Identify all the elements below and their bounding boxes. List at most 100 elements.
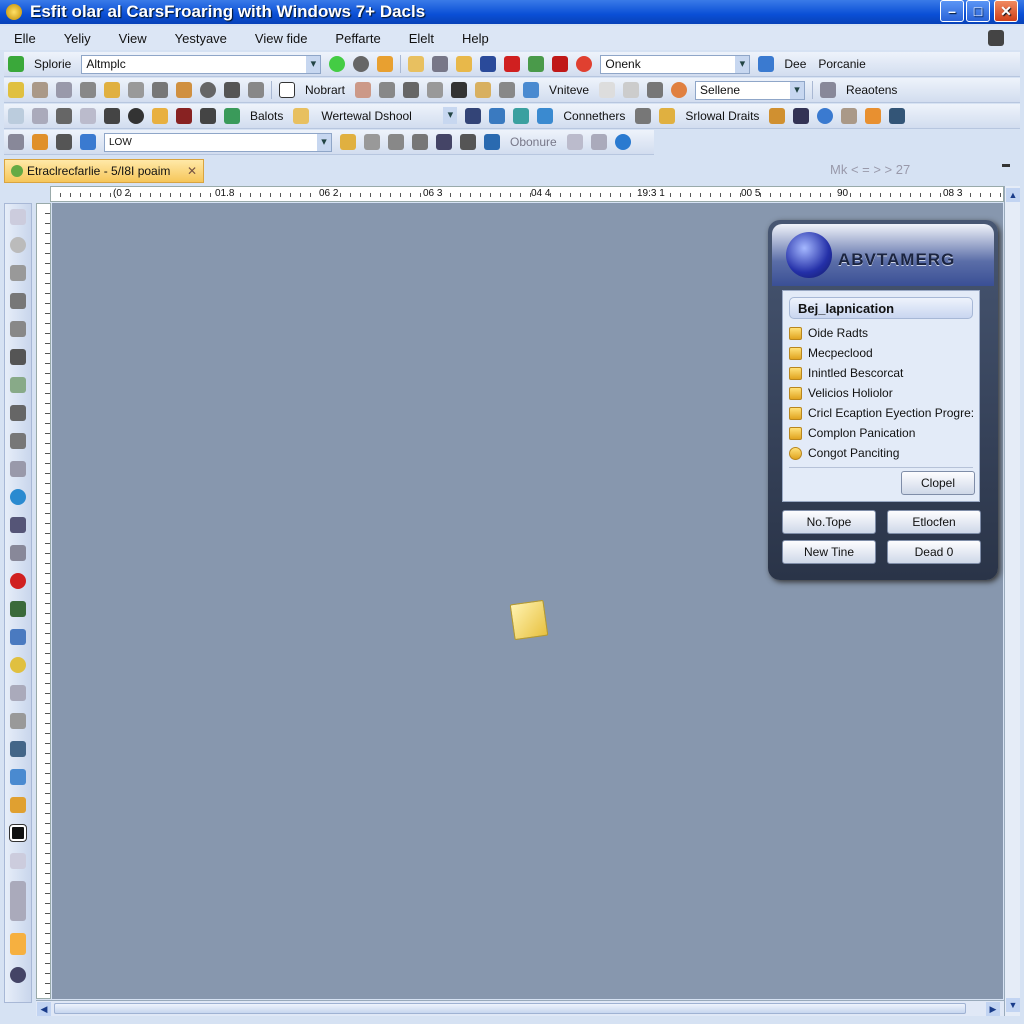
orange-icon[interactable]: [671, 82, 688, 98]
network-icon[interactable]: [889, 108, 906, 124]
new-icon[interactable]: [8, 56, 24, 72]
folder-icon[interactable]: [408, 56, 425, 72]
obscure-label[interactable]: Obonure: [510, 135, 557, 149]
selection-combo[interactable]: Sellene: [695, 80, 806, 100]
stop-icon[interactable]: [576, 56, 593, 72]
rotate-icon[interactable]: [484, 134, 500, 150]
grid-icon[interactable]: [513, 108, 530, 124]
close-tab-icon[interactable]: ✕: [187, 164, 197, 178]
report-icon[interactable]: [820, 82, 837, 98]
pin-icon[interactable]: [460, 134, 476, 150]
hash-icon[interactable]: [566, 134, 583, 150]
eyedropper-tool-icon[interactable]: [10, 629, 26, 645]
reports-button[interactable]: Reaotens: [846, 83, 897, 97]
arrow-icon[interactable]: [647, 82, 664, 98]
drafts-button[interactable]: Srlowal Draits: [685, 109, 759, 123]
align-right-icon[interactable]: [412, 134, 428, 150]
template-combo[interactable]: Altmplc: [81, 54, 322, 74]
calendar-icon[interactable]: [475, 82, 492, 98]
list-item[interactable]: Mecpeclood: [783, 343, 979, 363]
chat-icon[interactable]: [128, 82, 144, 98]
curve-icon[interactable]: [80, 82, 96, 98]
file-icon[interactable]: [293, 108, 310, 124]
menu-6[interactable]: Peffarte: [335, 31, 380, 46]
blob-tool-icon[interactable]: [10, 657, 26, 673]
tool2-icon[interactable]: [465, 108, 482, 124]
option-combo[interactable]: Onenk: [600, 54, 751, 74]
globe-tool-icon[interactable]: [10, 489, 26, 505]
box-icon[interactable]: [104, 108, 120, 124]
gear-icon[interactable]: [635, 108, 652, 124]
active-tool-icon[interactable]: [10, 933, 26, 955]
close-button[interactable]: ✕: [994, 0, 1018, 22]
tool-slot[interactable]: [10, 881, 26, 921]
ellipse-tool-icon[interactable]: [10, 237, 26, 253]
sticky-note-icon[interactable]: [509, 599, 549, 641]
pen-tool-icon[interactable]: [10, 377, 26, 393]
filter-icon[interactable]: [504, 56, 521, 72]
merge-icon[interactable]: [590, 134, 607, 150]
document-icon[interactable]: [528, 56, 545, 72]
brush-tool-icon[interactable]: [10, 741, 26, 757]
stamp-icon[interactable]: [552, 56, 569, 72]
chart-icon[interactable]: [152, 108, 168, 124]
layers-icon[interactable]: [32, 134, 48, 150]
minimize-panel-icon[interactable]: [1002, 164, 1010, 167]
panel-button-2[interactable]: Etlocfen: [887, 510, 981, 534]
comment-icon[interactable]: [427, 82, 444, 98]
search-icon[interactable]: [224, 82, 240, 98]
record-tool-icon[interactable]: [10, 573, 26, 589]
text-tool-icon[interactable]: [10, 349, 26, 365]
settings-tool-icon[interactable]: [10, 967, 26, 983]
zoom-tool-icon[interactable]: [10, 405, 26, 421]
info-icon[interactable]: [128, 108, 144, 124]
image-icon[interactable]: [8, 82, 24, 98]
display-icon[interactable]: [377, 56, 394, 72]
scroll-left-icon[interactable]: ◀: [37, 1002, 51, 1016]
palette-icon[interactable]: [769, 108, 786, 124]
cloud-tool-icon[interactable]: [10, 265, 26, 281]
diamond-icon[interactable]: [499, 82, 516, 98]
down-icon[interactable]: [56, 108, 72, 124]
balots-button[interactable]: Balots: [250, 109, 283, 123]
align-icon[interactable]: [340, 134, 356, 150]
scroll-up-icon[interactable]: ▲: [1006, 188, 1020, 202]
school-combo[interactable]: Wertewal Dshool: [317, 106, 458, 126]
fill-tool-icon[interactable]: [10, 601, 26, 617]
crop-icon[interactable]: [8, 134, 24, 150]
printer-icon[interactable]: [451, 82, 468, 98]
draw-icon[interactable]: [659, 108, 676, 124]
align-left-icon[interactable]: [364, 134, 380, 150]
move-icon[interactable]: [432, 56, 449, 72]
maximize-button[interactable]: □: [966, 0, 990, 22]
monitor-icon[interactable]: [489, 108, 506, 124]
edit-icon[interactable]: [865, 108, 882, 124]
menu-edit[interactable]: Yeliy: [64, 31, 91, 46]
split-button[interactable]: Splorie: [34, 57, 71, 71]
desktop-icon[interactable]: [758, 56, 775, 72]
triangle-icon[interactable]: [200, 108, 216, 124]
zoom-icon[interactable]: [329, 56, 346, 72]
panel-button-1[interactable]: No.Tope: [782, 510, 876, 534]
check-icon[interactable]: [56, 82, 72, 98]
users-icon[interactable]: [793, 108, 810, 124]
nav-readout[interactable]: Mk < = > > 27: [830, 162, 910, 177]
picture-icon[interactable]: [176, 82, 192, 98]
cup-icon[interactable]: [32, 82, 48, 98]
list-item[interactable]: Oide Radts: [783, 323, 979, 343]
list-item[interactable]: Inintled Bescorcat: [783, 363, 979, 383]
list-item[interactable]: Velicios Holiolor: [783, 383, 979, 403]
horizontal-scrollbar[interactable]: ◀ ▶: [36, 1000, 1004, 1016]
vertical-scrollbar[interactable]: ▲ ▼: [1004, 186, 1020, 1016]
porcanie-button[interactable]: Porcanie: [818, 57, 865, 71]
wand-icon[interactable]: [436, 134, 452, 150]
table-icon[interactable]: [8, 108, 24, 124]
scroll-right-icon[interactable]: ▶: [986, 1002, 1000, 1016]
globe-icon[interactable]: [200, 82, 216, 98]
shield-icon[interactable]: [614, 134, 631, 150]
crop-tool-icon[interactable]: [10, 461, 26, 477]
horizontal-ruler[interactable]: (0 2 01.8 06 2 06 3 04 4 19:3 1 00 5 90 …: [50, 186, 1004, 202]
gear-tool-icon[interactable]: [10, 713, 26, 729]
scroll-down-icon[interactable]: ▼: [1006, 998, 1020, 1012]
color-swatch-icon[interactable]: [9, 824, 27, 842]
